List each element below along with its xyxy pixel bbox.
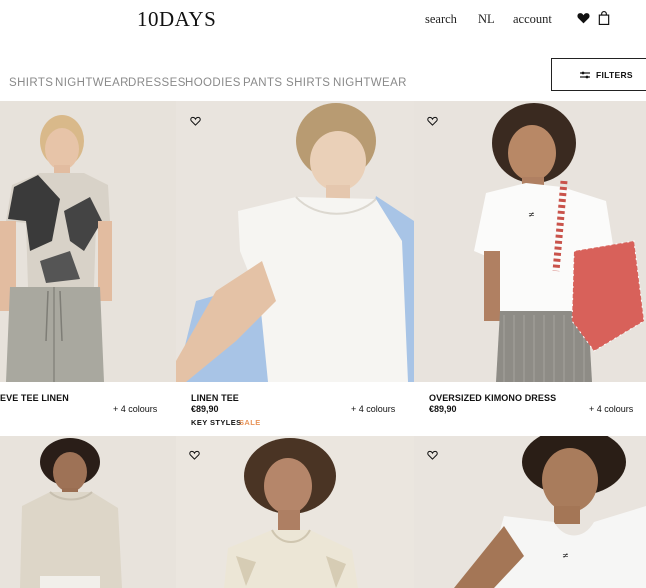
product-price: €89,90 xyxy=(191,404,219,414)
wishlist-heart-icon[interactable] xyxy=(427,116,438,126)
category-pants[interactable]: PANTS xyxy=(243,77,283,89)
model-photo-sweatshirt xyxy=(0,436,176,588)
model-photo-tie-dye-tee xyxy=(0,101,176,382)
product-colours: + 4 colours xyxy=(351,404,396,414)
shopping-bag-icon[interactable] xyxy=(598,11,610,25)
category-hoodies[interactable]: HOODIES xyxy=(185,77,241,89)
wishlist-heart-icon[interactable] xyxy=(189,450,200,460)
filters-label: FILTERS xyxy=(596,70,633,80)
category-shirts-2[interactable]: SHIRTS xyxy=(286,77,330,89)
svg-text:≠: ≠ xyxy=(528,210,535,219)
product-image-2[interactable] xyxy=(176,101,414,382)
wishlist-heart-icon[interactable] xyxy=(427,450,438,460)
tag-sale: SALE xyxy=(239,418,261,427)
wishlist-heart-icon[interactable] xyxy=(190,116,201,126)
account-link[interactable]: account xyxy=(513,12,552,27)
model-photo-knit-top xyxy=(176,436,414,588)
category-shirts[interactable]: SHIRTS xyxy=(9,77,53,89)
model-photo-linen-tee xyxy=(176,101,414,382)
product-image-4[interactable] xyxy=(0,436,176,588)
product-name[interactable]: EVE TEE LINEN xyxy=(0,393,69,403)
brand-logo[interactable]: 10DAYS xyxy=(137,7,216,32)
product-name[interactable]: LINEN TEE xyxy=(191,393,239,403)
product-colours: + 4 colours xyxy=(589,404,634,414)
category-dresses[interactable]: DRESSES xyxy=(128,77,186,89)
product-image-3[interactable]: ≠ xyxy=(414,101,646,382)
product-name[interactable]: OVERSIZED KIMONO DRESS xyxy=(429,393,556,403)
category-nightwear-2[interactable]: NIGHTWEAR xyxy=(333,77,407,89)
model-photo-white-tee-bag: ≠ xyxy=(414,101,646,382)
search-link[interactable]: search xyxy=(425,12,457,27)
svg-text:≠: ≠ xyxy=(562,551,569,560)
heart-icon[interactable] xyxy=(577,12,590,24)
model-photo-scoop-tee: ≠ xyxy=(414,436,646,588)
sliders-icon xyxy=(580,71,590,79)
filters-button[interactable]: FILTERS xyxy=(551,58,646,91)
product-image-5[interactable] xyxy=(176,436,414,588)
site-header: 10DAYS search NL account xyxy=(0,0,646,42)
tag-key-styles: KEY STYLES xyxy=(191,418,242,427)
language-link[interactable]: NL xyxy=(478,12,495,27)
product-colours: + 4 colours xyxy=(113,404,158,414)
product-image-1[interactable] xyxy=(0,101,176,382)
product-image-6[interactable]: ≠ xyxy=(414,436,646,588)
product-price: €89,90 xyxy=(429,404,457,414)
category-nightwear[interactable]: NIGHTWEAR xyxy=(55,77,129,89)
